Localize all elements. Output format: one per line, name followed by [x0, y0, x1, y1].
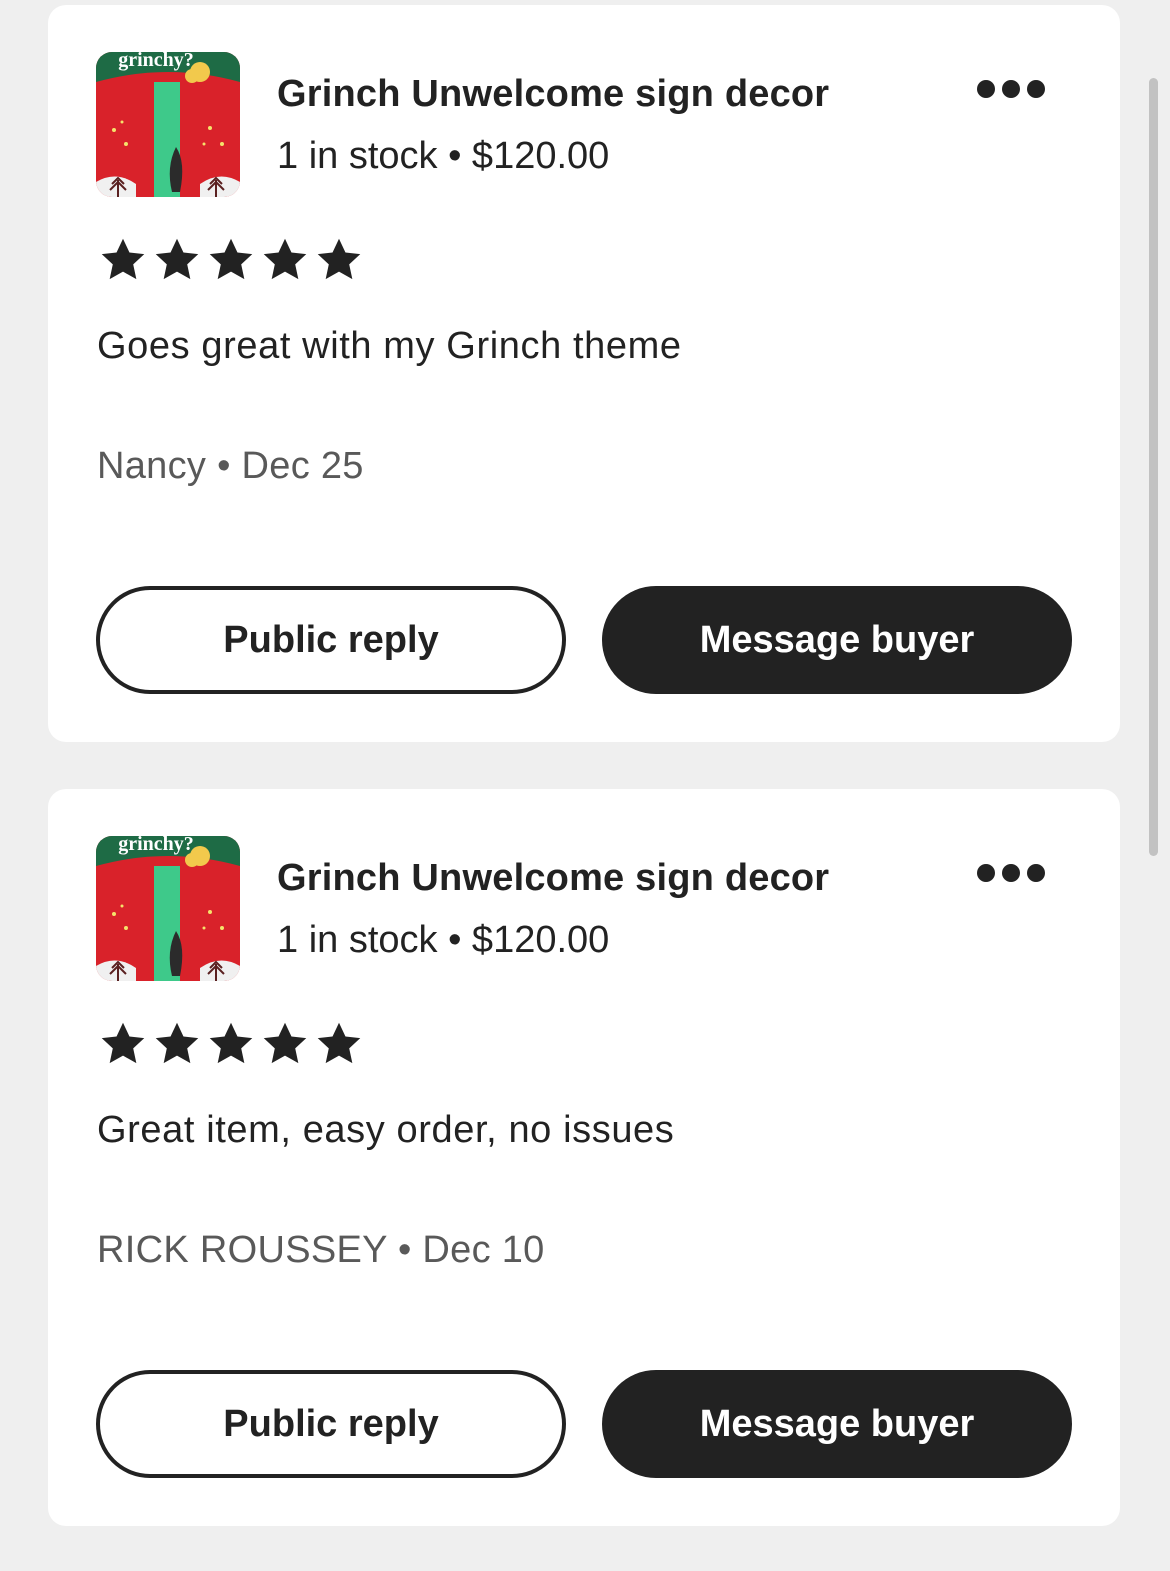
- star-filled-icon: [263, 238, 307, 280]
- review-text: Goes great with my Grinch theme: [97, 325, 682, 367]
- more-dot: [1027, 864, 1045, 882]
- listing-title[interactable]: Grinch Unwelcome sign decor: [277, 857, 829, 900]
- more-options-button[interactable]: [970, 855, 1052, 891]
- more-options-button[interactable]: [970, 71, 1052, 107]
- star-filled-icon: [317, 238, 361, 280]
- public-reply-button[interactable]: Public reply: [96, 586, 566, 694]
- more-horizontal-icon: [977, 80, 995, 98]
- message-buyer-button[interactable]: Message buyer: [602, 1370, 1072, 1478]
- star-filled-icon: [209, 1022, 253, 1064]
- review-card: grinchy? Grinch Unwelcome sign decor 1 i…: [48, 5, 1120, 742]
- star-rating: [98, 1019, 364, 1069]
- more-dot: [1002, 864, 1020, 882]
- scrollbar[interactable]: [1149, 78, 1158, 856]
- more-dot: [1002, 80, 1020, 98]
- star-filled-icon: [209, 238, 253, 280]
- review-card: grinchy? Grinch Unwelcome sign decor 1 i…: [48, 789, 1120, 1526]
- review-text: Great item, easy order, no issues: [97, 1109, 675, 1151]
- star-filled-icon: [263, 1022, 307, 1064]
- reviewer-info: RICK ROUSSEY • Dec 10: [97, 1229, 545, 1271]
- star-filled-icon: [101, 238, 145, 280]
- listing-title[interactable]: Grinch Unwelcome sign decor: [277, 73, 829, 116]
- star-rating: [98, 235, 364, 285]
- reviewer-info: Nancy • Dec 25: [97, 445, 364, 487]
- more-horizontal-icon: [977, 864, 995, 882]
- star-filled-icon: [155, 238, 199, 280]
- thumb-top-text: grinchy?: [118, 836, 194, 855]
- listing-meta: 1 in stock • $120.00: [277, 919, 610, 961]
- listing-meta: 1 in stock • $120.00: [277, 135, 610, 177]
- more-dot: [1027, 80, 1045, 98]
- message-buyer-button[interactable]: Message buyer: [602, 586, 1072, 694]
- listing-thumbnail[interactable]: grinchy?: [96, 52, 240, 197]
- star-filled-icon: [101, 1022, 145, 1064]
- star-filled-icon: [155, 1022, 199, 1064]
- listing-thumbnail[interactable]: grinchy?: [96, 836, 240, 981]
- star-filled-icon: [317, 1022, 361, 1064]
- thumb-top-text: grinchy?: [118, 52, 194, 71]
- public-reply-button[interactable]: Public reply: [96, 1370, 566, 1478]
